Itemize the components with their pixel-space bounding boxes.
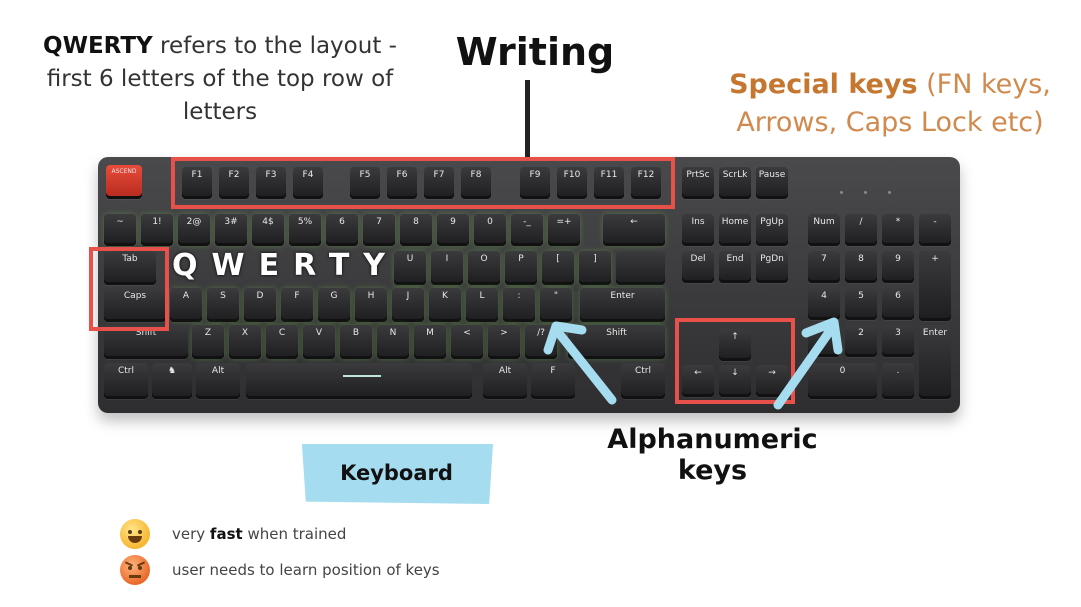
arrow-to-alphanumeric-right (773, 323, 837, 410)
pro-text-bold: fast (209, 525, 243, 543)
arrow-to-alphanumeric-left (553, 327, 617, 405)
pro-text-before: very (172, 525, 210, 543)
con-item: user needs to learn position of keys (120, 552, 440, 588)
pro-item: very fast when trained (120, 516, 440, 552)
keyboard-tag-label: Keyboard (340, 461, 453, 485)
con-text: user needs to learn position of keys (172, 561, 440, 579)
keyboard-tag: Keyboard (301, 444, 493, 504)
pro-text-after: when trained (242, 525, 347, 543)
pros-cons-list: very fast when trained user needs to lea… (120, 516, 440, 588)
happy-emoji-icon (120, 519, 150, 549)
angry-emoji-icon (120, 555, 150, 585)
pro-text: very fast when trained (172, 525, 346, 543)
alphanumeric-keys-label: Alphanumeric keys (607, 424, 818, 486)
